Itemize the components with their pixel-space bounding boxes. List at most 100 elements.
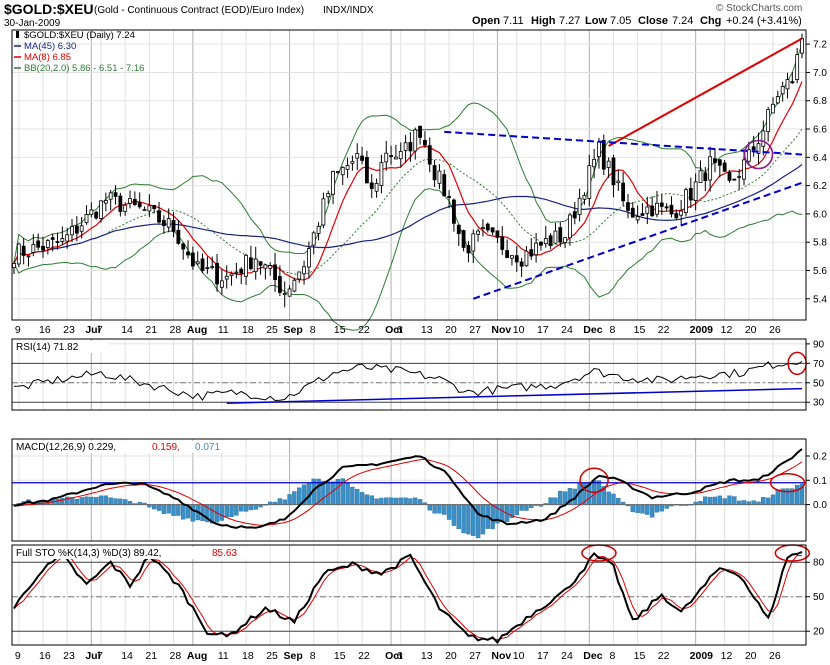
candle-body [248,257,253,270]
candle-body [456,224,461,235]
macd-histogram-bar [384,497,389,505]
candle-body [282,293,287,296]
rsi-line [13,360,803,402]
candle-body [563,237,568,243]
candle-body [485,223,490,231]
rsi-axis-tick-label: 90 [813,339,825,350]
open-value: 7.11 [503,15,524,27]
candle-body [369,182,374,189]
x-axis-bottom-label: Sep [284,650,303,662]
candle-body [273,264,277,281]
candle-body [495,230,500,238]
candle-body [292,279,297,292]
candle-body [181,243,186,250]
macd-histogram-bar [156,504,162,511]
candle-body [490,227,495,233]
x-axis-label: 28 [170,324,182,336]
x-axis-label: 9 [15,324,21,336]
rsi-axis-tick-label: 30 [813,398,825,409]
macd-histogram-bar [519,504,524,511]
candle-body [128,198,132,204]
candle-body [539,241,543,246]
macd-histogram-bar [55,499,60,505]
macd-histogram-bar [475,504,481,539]
x-axis-bottom-label: 26 [769,650,781,662]
ma8-line [13,81,803,281]
candle-body [423,139,427,146]
macd-histogram-bar [122,499,128,505]
candle-body [41,245,45,251]
macd-histogram-bar [664,504,669,509]
candle-body [132,199,137,205]
macd-histogram-bar [611,493,616,505]
candle-body [684,189,688,214]
macd-histogram-bar [427,504,432,511]
macd-histogram-bar [151,504,157,510]
bollinger-lower-band [13,188,803,331]
candle-body [355,153,360,159]
macd-histogram-bar [456,504,461,530]
macd-histogram-bar [432,504,437,514]
rsi-axis-tick-label: 50 [813,378,825,389]
x-axis-bottom-label: 20 [445,650,457,662]
x-axis-label: 25 [266,324,278,336]
macd-histogram-bar [446,504,452,520]
x-axis-label: 7 [97,324,103,336]
candle-body [360,155,364,161]
candle-body [708,156,713,181]
candle-body [742,159,746,180]
x-axis-label: 8 [310,324,316,336]
x-axis-label: 14 [121,324,133,336]
price-axis-tick-label: 6.0 [813,209,827,220]
candle-body [505,250,510,258]
x-axis-label: 10 [513,324,525,336]
sto-annotation-circle [774,544,811,562]
candle-body [577,197,582,215]
candle-body [394,156,398,160]
candle-body [717,159,722,166]
candle-body [12,263,16,269]
candle-body [534,242,539,256]
macd-histogram-bar [181,504,186,520]
legend-label: MA(8) 6.85 [24,52,71,63]
candle-body [621,182,626,202]
macd-histogram-bar [645,504,650,515]
candle-body [219,280,224,288]
macd-histogram-bar [553,497,558,505]
macd-hist-value: 0.071 [195,442,220,453]
candle-body [74,225,79,234]
bollinger-upper-band [13,43,803,264]
macd-histogram-bar [722,498,727,505]
candle-body [186,251,190,256]
candle-body [481,226,485,229]
x-axis-label: Dec [583,324,602,336]
candle-body [510,255,514,259]
candle-body [350,161,355,164]
macd-histogram-bar [108,497,113,505]
candle-body [389,155,393,157]
x-axis-bottom-label: 10 [513,650,525,662]
chart-date: 30-Jan-2009 [4,18,61,29]
macd-histogram-bar [480,504,486,535]
x-axis-bottom-label: 21 [145,650,157,662]
candle-body [161,220,166,227]
x-axis-label: 24 [561,324,573,336]
ohlc-readout: Open 7.11 High 7.27 Low 7.05 Close 7.24 … [472,15,802,27]
candle-body [287,288,292,297]
candle-body [268,265,273,269]
x-axis-bottom-label: 8 [310,650,316,662]
sto-label: Full STO %K(14,3) %D(3) 89.42, [16,548,161,559]
candle-body [190,252,195,267]
candle-body [258,261,263,266]
rsi-label: RSI(14) 71.82 [16,342,79,353]
candle-body [263,264,268,269]
candle-body [427,145,432,165]
candle-body [336,171,340,174]
macd-histogram-bar [388,497,394,505]
candle-body [568,214,572,239]
candle-body [215,262,219,285]
macd-histogram-bar [727,495,732,505]
x-axis-label: 2009 [690,324,714,336]
sto-axis-tick-label: 20 [813,627,825,638]
candle-body [321,198,326,226]
